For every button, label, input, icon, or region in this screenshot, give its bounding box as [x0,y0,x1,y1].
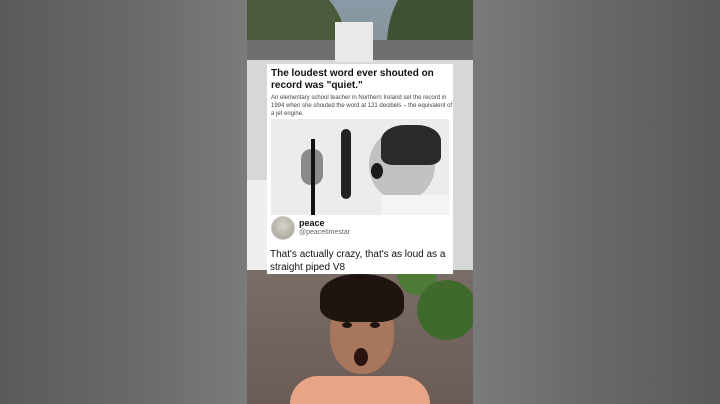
person-eye [342,322,352,328]
reply-text: That's actually crazy, that's as loud as… [270,249,446,273]
fact-headline: The loudest word ever shouted on record … [271,68,434,91]
fact-subtext: An elementary school teacher in Northern… [271,95,453,117]
left-blur-panel [0,0,247,404]
boy-mouth [371,163,383,179]
boy-shirt [381,195,449,215]
person-shirt [290,376,430,404]
reply-username[interactable]: peace [299,218,325,228]
right-blur-panel [473,0,720,404]
reply-handle[interactable]: @peacetimestar [299,229,350,236]
fact-card: The loudest word ever shouted on record … [267,64,453,274]
mic-stand [311,139,315,215]
shouting-boy-photo [271,119,449,215]
boy-hair [381,125,441,165]
person-mouth [354,348,368,366]
cupola [335,22,373,62]
person-hair [320,274,404,322]
person-eye [370,322,380,328]
avatar[interactable] [271,216,295,240]
reacting-person [290,272,430,404]
pop-filter [341,129,351,199]
